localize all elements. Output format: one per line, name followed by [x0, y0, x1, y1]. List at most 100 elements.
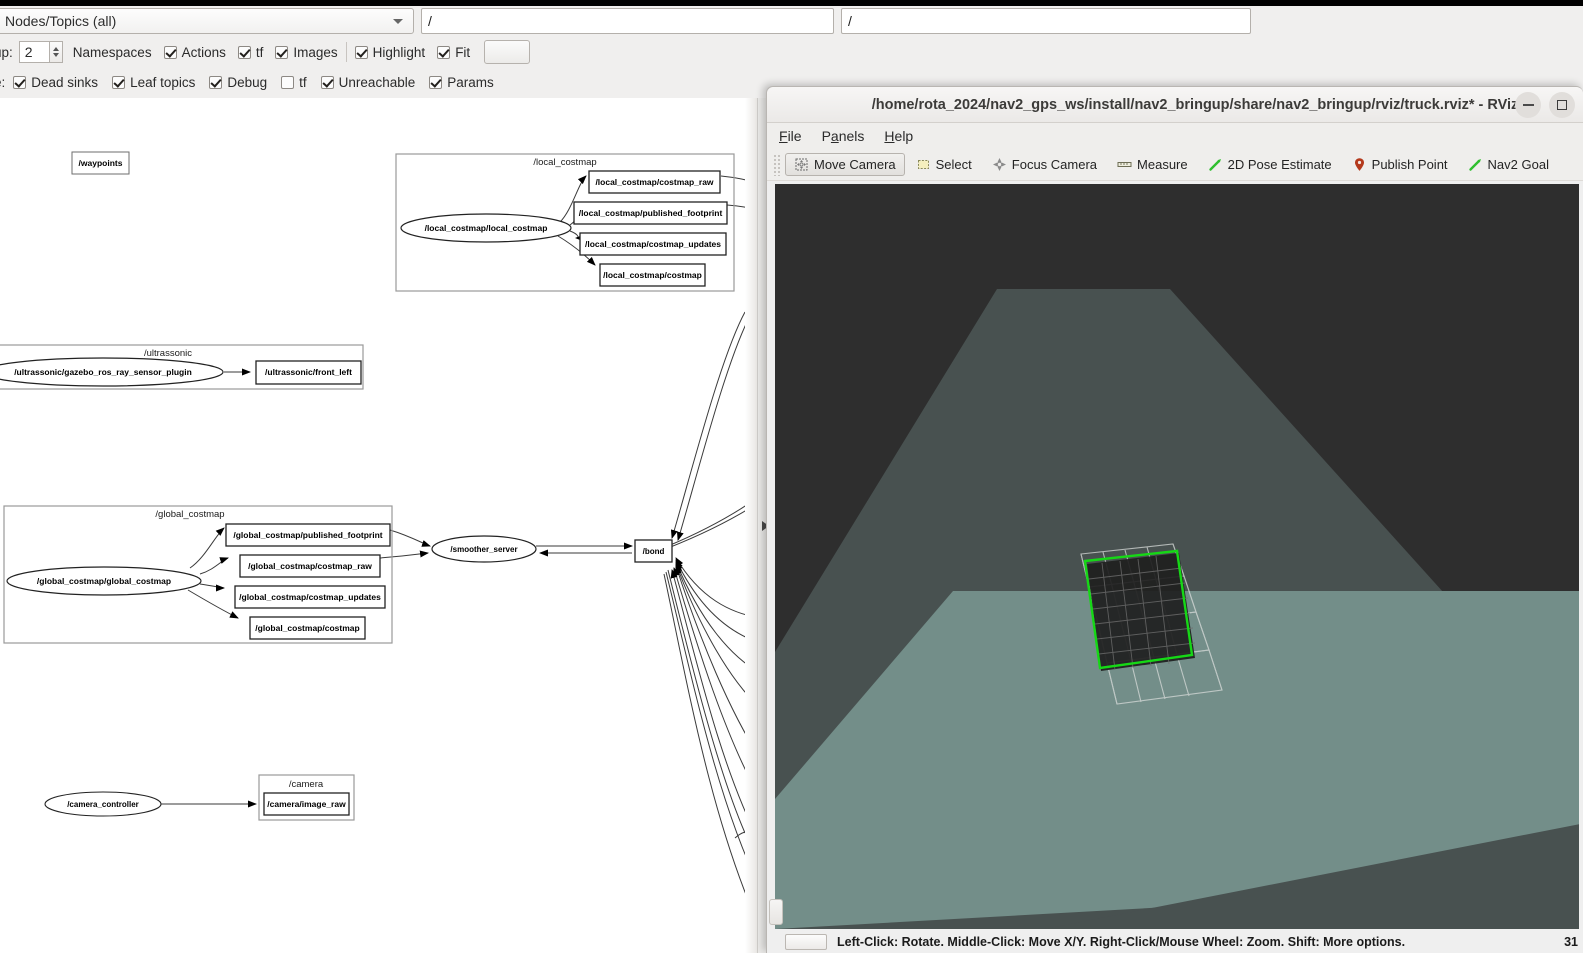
group-spinbox[interactable]: 2 [18, 41, 63, 63]
checkbox-highlight[interactable]: Highlight [354, 44, 426, 60]
svg-text:/local_costmap/published_footp: /local_costmap/published_footprint [579, 208, 723, 218]
rviz-status-bar: Left-Click: Rotate. Middle-Click: Move X… [767, 931, 1583, 953]
goal-arrow-icon [1468, 157, 1483, 172]
tool-select[interactable]: Select [907, 153, 981, 176]
toolbar-separator [345, 42, 347, 62]
topic-filter-input[interactable]: / [421, 8, 834, 34]
node-filter-input[interactable]: / [841, 8, 1251, 34]
checkbox-actions[interactable]: Actions [163, 44, 226, 60]
checkbox-params[interactable]: Params [429, 75, 494, 90]
svg-text:/local_costmap/costmap_raw: /local_costmap/costmap_raw [595, 177, 713, 187]
checkbox-fit[interactable]: Fit [437, 45, 470, 60]
checkbox-images[interactable]: Images [275, 44, 338, 60]
rviz-titlebar[interactable]: /home/rota_2024/nav2_gps_ws/install/nav2… [767, 87, 1583, 123]
rviz-toolbar: Move Camera Select Focus Camera Measure … [767, 149, 1583, 181]
measure-icon [1117, 157, 1132, 172]
move-camera-icon [794, 157, 809, 172]
viewport-resize-nub[interactable] [769, 899, 783, 925]
menu-file[interactable]: File [779, 128, 802, 144]
maximize-button[interactable] [1549, 92, 1575, 118]
checkbox-unreachable[interactable]: Unreachable [320, 74, 416, 90]
svg-text:/smoother_server: /smoother_server [450, 545, 517, 554]
svg-text:/bond: /bond [643, 547, 665, 556]
checkbox-fit-box [437, 45, 451, 59]
svg-text:/local_costmap/costmap_updates: /local_costmap/costmap_updates [585, 239, 721, 249]
window-controls [1515, 92, 1575, 118]
group-spinbox-value: 2 [18, 41, 49, 63]
menu-panels-rest: nels [838, 128, 865, 144]
minimize-button[interactable] [1515, 92, 1541, 118]
checkbox-debug[interactable]: Debug [209, 75, 267, 90]
view-selector-combobox[interactable]: Nodes/Topics (all) [0, 8, 414, 34]
svg-text:/local_costmap/costmap: /local_costmap/costmap [603, 270, 702, 280]
rqt-toolbar-row-group: up: 2 Namespaces Actions tf Images [0, 38, 1583, 66]
map-pin-icon [1352, 157, 1367, 172]
checkbox-dead-sinks-label: Dead sinks [31, 74, 99, 90]
tool-nav2-goal[interactable]: Nav2 Goal [1459, 153, 1558, 176]
hide-label: e: [0, 74, 6, 90]
minimize-icon [1522, 104, 1534, 106]
checkbox-unreachable-box [320, 75, 334, 89]
tool-2d-pose-estimate[interactable]: 2D Pose Estimate [1199, 153, 1341, 176]
svg-text:/waypoints: /waypoints [79, 158, 123, 168]
rviz-3d-scene [775, 184, 1579, 929]
tool-focus-camera-label: Focus Camera [1011, 157, 1098, 172]
checkbox-tf-row3[interactable]: tf [281, 75, 307, 90]
group-spinbox-arrows[interactable] [48, 41, 63, 63]
status-hint-text: Left-Click: Rotate. Middle-Click: Move X… [837, 935, 1406, 949]
tool-measure-label: Measure [1137, 157, 1188, 172]
checkbox-highlight-label: Highlight [372, 44, 426, 60]
checkbox-namespaces-label: Namespaces [72, 44, 152, 60]
checkbox-leaf-topics[interactable]: Leaf topics [112, 75, 195, 90]
svg-text:/local_costmap: /local_costmap [533, 157, 596, 168]
topic-filter-value: / [428, 13, 432, 29]
menu-help[interactable]: Help [884, 128, 913, 144]
menu-panels[interactable]: Panels [822, 128, 865, 144]
checkbox-debug-box [209, 75, 223, 89]
checkbox-unreachable-label: Unreachable [338, 74, 416, 90]
tool-publish-point[interactable]: Publish Point [1343, 153, 1457, 176]
checkbox-tf-row2-label: tf [255, 44, 264, 60]
checkbox-dead-sinks-box [13, 75, 27, 89]
menu-help-rest: elp [894, 128, 914, 144]
checkbox-params-label: Params [447, 74, 494, 90]
tool-publish-point-label: Publish Point [1371, 157, 1448, 172]
checkbox-namespaces[interactable]: Namespaces [73, 45, 152, 60]
tool-focus-camera[interactable]: Focus Camera [983, 153, 1106, 176]
svg-text:/global_costmap/costmap_raw: /global_costmap/costmap_raw [248, 561, 372, 571]
tool-move-camera-label: Move Camera [814, 157, 896, 172]
checkbox-fit-label: Fit [455, 44, 471, 60]
status-reset-button[interactable] [785, 934, 827, 950]
select-icon [916, 157, 931, 172]
tool-move-camera[interactable]: Move Camera [785, 153, 905, 176]
tool-select-label: Select [935, 157, 972, 172]
checkbox-leaf-topics-box [112, 75, 126, 89]
rviz-window: /home/rota_2024/nav2_gps_ws/install/nav2… [766, 86, 1583, 953]
checkbox-tf-row3-label: tf [299, 74, 307, 90]
tool-measure[interactable]: Measure [1108, 153, 1197, 176]
tool-nav2-goal-label: Nav2 Goal [1487, 157, 1549, 172]
rviz-3d-viewport[interactable] [775, 184, 1579, 929]
checkbox-actions-label: Actions [181, 44, 226, 60]
view-selector-label: Nodes/Topics (all) [5, 13, 117, 29]
graph-node-ellipses[interactable]: /local_costmap/local_costmap /ultrassoni… [0, 213, 572, 817]
svg-text:/camera/image_raw: /camera/image_raw [267, 799, 346, 809]
fit-in-view-button[interactable] [484, 40, 531, 64]
checkbox-highlight-box [354, 45, 368, 59]
checkbox-images-label: Images [293, 44, 338, 60]
checkbox-actions-box [163, 45, 177, 59]
checkbox-dead-sinks[interactable]: Dead sinks [13, 75, 98, 90]
svg-text:/global_costmap/costmap_update: /global_costmap/costmap_updates [239, 592, 381, 602]
svg-text:/ultrassonic/gazebo_ros_ray_se: /ultrassonic/gazebo_ros_ray_sensor_plugi… [14, 367, 192, 377]
svg-text:/global_costmap/published_foot: /global_costmap/published_footprint [233, 530, 382, 540]
svg-text:/global_costmap/global_costmap: /global_costmap/global_costmap [37, 576, 171, 586]
group-label: up: [0, 44, 13, 60]
checkbox-tf-row2[interactable]: tf [237, 44, 264, 60]
graph-vertical-scrollbar[interactable] [745, 98, 757, 953]
node-filter-value: / [848, 13, 852, 29]
svg-text:/camera: /camera [289, 779, 324, 790]
graph-topic-boxes[interactable]: /waypoints /local_costmap/costmap_raw /l… [71, 151, 728, 816]
toolbar-grip-handle[interactable] [773, 153, 781, 176]
svg-text:/ultrassonic: /ultrassonic [144, 348, 192, 359]
maximize-icon [1557, 100, 1567, 110]
